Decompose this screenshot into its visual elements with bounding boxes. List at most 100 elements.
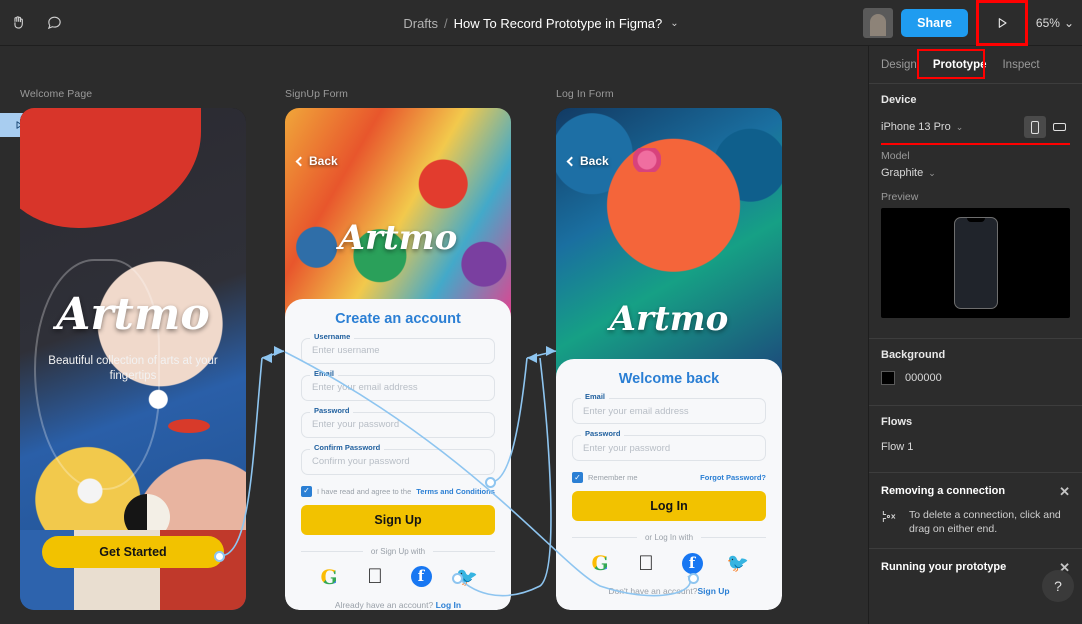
divider-label: or Sign Up with [370,546,426,556]
login-artwork [556,108,782,395]
signup-artwork [285,108,511,319]
share-button[interactable]: Share [901,9,968,37]
tip-removing-connection: Removing a connection ✕ To delete a conn… [869,472,1082,540]
username-input[interactable]: Enter username [301,337,495,364]
help-button[interactable]: ? [1042,570,1074,602]
tab-design[interactable]: Design [881,59,917,71]
welcome-brand: Artmo [56,288,210,340]
password-input[interactable]: Enter your password [301,411,495,438]
signup-back-button[interactable]: Back [295,154,338,168]
signup-button[interactable]: Sign Up [301,504,495,535]
tab-prototype[interactable]: Prototype [933,59,987,71]
frame-label-signup[interactable]: SignUp Form [285,88,348,100]
flow-item[interactable]: Flow 1 [881,438,1070,456]
terms-link[interactable]: Terms and Conditions [416,487,495,496]
chevron-left-icon [566,156,577,166]
facebook-icon[interactable]: f [681,552,703,574]
color-swatch[interactable] [881,371,895,385]
field-email: Email Enter your email address [572,392,766,424]
model-select[interactable]: Graphite ⌄ [881,167,1070,179]
signup-title: Create an account [335,310,461,327]
field-label: Email [581,392,610,401]
login-button[interactable]: Log In [572,491,766,521]
design-canvas[interactable]: Welcome Page SignUp Form Log In Form Art… [0,46,868,624]
avatar[interactable] [863,8,894,38]
login-back-button[interactable]: Back [566,154,609,168]
login-link[interactable]: Log In [436,600,462,610]
connection-handle-signup-button[interactable] [485,477,496,488]
present-button[interactable] [975,0,1028,46]
topbar-right-group: Share 65% ⌄ [863,0,1074,46]
device-row: iPhone 13 Pro ⌄ [881,116,1070,145]
connection-handle-get-started[interactable] [214,551,225,562]
orientation-portrait-button[interactable] [1024,116,1046,138]
hand-tool-icon[interactable] [0,0,36,46]
confirm-password-input[interactable]: Confirm your password [301,448,495,475]
connection-handle-login-link[interactable] [452,573,463,584]
breadcrumb-drafts[interactable]: Drafts [403,16,438,31]
device-value: iPhone 13 Pro [881,121,951,133]
panel-tabs: Design Prototype Inspect [869,46,1082,84]
background-color-row[interactable]: 000000 [881,371,1070,385]
login-title: Welcome back [618,371,720,387]
model-label: Model [881,150,910,162]
device-select[interactable]: iPhone 13 Pro ⌄ [881,121,963,133]
password-input[interactable]: Enter your password [572,435,766,461]
frame-login-form[interactable]: Back Artmo Welcome back Email Enter your… [556,108,782,610]
landscape-icon [1052,123,1066,131]
signup-brand: Artmo [338,218,458,259]
apple-icon[interactable]:  [364,566,386,588]
preview-phone-mockup [953,217,998,309]
chevron-down-icon: ⌄ [955,121,964,132]
frame-welcome-page[interactable]: Artmo Beautiful collection of arts at yo… [20,108,246,610]
tip-title: Running your prototype [881,561,1007,573]
login-brand: Artmo [609,298,729,339]
artwork-rose [632,148,661,173]
back-label: Back [580,154,609,168]
field-label: Username [310,331,355,341]
facebook-icon[interactable]: f [410,566,432,588]
tab-inspect[interactable]: Inspect [1002,59,1039,71]
login-sheet: Welcome back Email Enter your email addr… [556,359,782,610]
tip-title: Removing a connection [881,485,1006,497]
background-section-title: Background [881,349,946,361]
login-divider: or Log In with [572,533,766,542]
forgot-password-link[interactable]: Forgot Password? [700,473,766,482]
tip-header: Removing a connection ✕ [881,485,1070,498]
flows-section: Flows Flow 1 [869,405,1082,462]
google-icon[interactable]: G [589,551,611,575]
checkbox-checked-icon[interactable]: ✓ [572,472,583,483]
orientation-landscape-button[interactable] [1048,116,1070,138]
login-options-row: ✓ Remember me Forgot Password? [572,472,766,483]
frame-label-login[interactable]: Log In Form [556,88,614,100]
connection-handle-signup-link[interactable] [688,573,699,584]
artwork-circle [123,493,170,540]
background-section: Background 000000 [869,338,1082,391]
frame-signup-form[interactable]: Back Artmo Create an account Username En… [285,108,511,610]
signup-divider: or Sign Up with [301,547,495,556]
file-name[interactable]: How To Record Prototype in Figma? [454,16,663,31]
frame-label-welcome[interactable]: Welcome Page [20,88,92,100]
get-started-button[interactable]: Get Started [42,536,224,568]
field-email: Email Enter your email address [301,368,495,401]
terms-checkbox-group[interactable]: ✓ I have read and agree to the Terms and… [301,485,495,497]
chevron-down-icon: ⌄ [1063,16,1074,30]
terms-row: ✓ I have read and agree to the Terms and… [301,485,495,497]
signup-link[interactable]: Sign Up [697,586,729,596]
device-preview [881,208,1070,318]
background-color-value[interactable]: 000000 [905,372,942,384]
remember-me-group[interactable]: ✓ Remember me [572,472,638,483]
twitter-icon[interactable]: 🐦 [727,552,749,574]
checkbox-checked-icon[interactable]: ✓ [301,485,312,497]
close-icon[interactable]: ✕ [1059,485,1070,498]
zoom-control[interactable]: 65% ⌄ [1036,16,1074,30]
breadcrumb-separator: / [444,15,448,31]
portrait-icon [1031,120,1039,134]
google-icon[interactable]: G [318,565,340,589]
flows-section-title: Flows [881,416,913,428]
comment-tool-icon[interactable] [36,0,72,46]
email-input[interactable]: Enter your email address [301,374,495,401]
email-input[interactable]: Enter your email address [572,398,766,424]
chevron-down-icon[interactable]: ⌄ [670,18,678,29]
apple-icon[interactable]:  [635,552,657,574]
